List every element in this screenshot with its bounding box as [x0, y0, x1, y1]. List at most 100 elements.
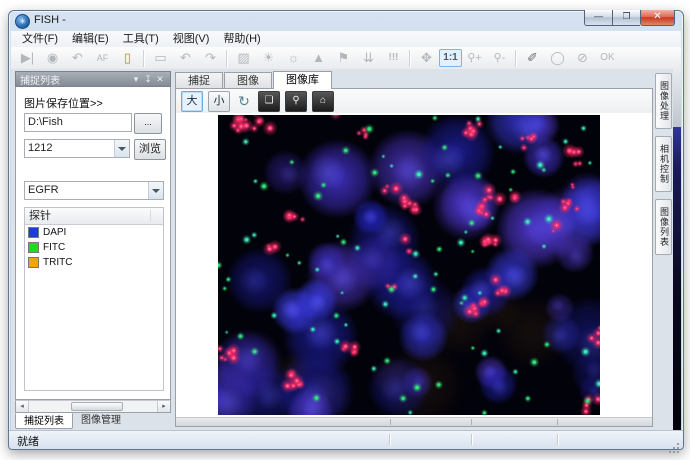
new-image-icon[interactable]: ▯ [115, 48, 140, 68]
pin-icon[interactable]: ↧ [142, 72, 154, 86]
status-separator [471, 434, 473, 445]
pointer-triangle-icon[interactable]: ▲ [306, 48, 331, 68]
resize-grip[interactable] [677, 443, 679, 445]
zoom-out-icon[interactable]: ⚲- [487, 48, 512, 68]
status-separator [389, 434, 391, 445]
pan-icon[interactable]: ✥ [414, 48, 439, 68]
recapture-icon[interactable]: ↶ [65, 48, 90, 68]
panel-body: 图片保存位置>> D:\Fish ... 1212 浏览 EGFR 探针 DAP… [15, 87, 171, 400]
menu-tools[interactable]: 工具(T) [116, 32, 166, 47]
collapsed-panel-strip[interactable] [673, 69, 681, 431]
save-path-input[interactable]: D:\Fish [24, 113, 132, 132]
scroll-right-icon[interactable]: ▸ [157, 401, 170, 412]
draw-icon[interactable]: ✐ [520, 48, 545, 68]
panel-title: 捕捉列表 [20, 72, 130, 87]
chevron-down-icon[interactable]: ▾ [130, 72, 142, 86]
thumbnail-large-button[interactable]: 大 [181, 91, 203, 112]
title-bar[interactable]: ✳ FISH - — ❐ ✕ [9, 11, 683, 31]
image-viewer [176, 113, 652, 418]
tab-image-processing[interactable]: 图像处理 [655, 73, 672, 129]
chevron-down-icon[interactable] [148, 182, 163, 199]
tab-capture-list[interactable]: 捕捉列表 [15, 413, 73, 429]
tab-camera-control[interactable]: 相机控制 [655, 136, 672, 192]
main-toolbar: ▶| ◉ ↶ AF ▯ ▭ ↶ ↷ ▨ ☀ ☼ ▲ ⚑ ⇊ !!! ✥ 1:1 … [11, 47, 681, 70]
panel-close-icon[interactable]: ✕ [154, 72, 166, 86]
menu-bar: 文件(F) 编辑(E) 工具(T) 视图(V) 帮助(H) [11, 31, 681, 48]
merge-channels-icon[interactable]: ⇊ [356, 48, 381, 68]
probe-list: 探针 DAPI FITC TRITC [24, 207, 164, 391]
ellipse-tool-icon[interactable]: ◯ [545, 48, 570, 68]
probe-scheme-value: EGFR [28, 182, 59, 199]
tab-image-management[interactable]: 图像管理 [73, 413, 129, 429]
count-signals-icon[interactable]: !!! [381, 48, 406, 68]
client-area: 捕捉列表 ▾ ↧ ✕ 图片保存位置>> D:\Fish ... 1212 浏览 … [11, 69, 681, 431]
probe-color-swatch [28, 242, 39, 253]
tab-capture[interactable]: 捕捉 [175, 72, 223, 89]
window-title: FISH - [34, 14, 66, 26]
menu-file[interactable]: 文件(F) [15, 32, 65, 47]
autofocus-icon[interactable]: AF [90, 48, 115, 68]
list-item[interactable]: DAPI [25, 225, 163, 240]
status-bar: 就绪 [9, 430, 683, 449]
app-icon: ✳ [15, 14, 30, 29]
brightness-icon[interactable]: ☀ [256, 48, 281, 68]
zoom-1to1-icon[interactable]: 1:1 [439, 49, 462, 67]
maximize-button[interactable]: ❐ [613, 10, 640, 26]
undo-icon[interactable]: ↶ [173, 48, 198, 68]
menu-edit[interactable]: 编辑(E) [65, 32, 116, 47]
status-text: 就绪 [17, 433, 39, 449]
probe-list-header: 探针 [25, 208, 163, 225]
zoom-in-icon[interactable]: ⚲+ [462, 48, 487, 68]
erase-region-icon[interactable]: ⊘ [570, 48, 595, 68]
fluorescence-micrograph[interactable] [218, 115, 600, 415]
gallery-toolbar: 大 小 ↻ ❏ ⚲ ⌂ [176, 89, 652, 114]
toolbar-separator [143, 50, 145, 67]
save-location-label: 图片保存位置>> [24, 95, 103, 111]
horizontal-scrollbar[interactable]: ◂ ▸ [15, 400, 171, 413]
toolbar-separator [226, 50, 228, 67]
gallery-home-icon[interactable]: ⌂ [312, 91, 334, 112]
probe-label: FITC [43, 242, 65, 253]
toolbar-separator [409, 50, 411, 67]
refresh-icon[interactable]: ↻ [235, 91, 253, 111]
gallery-stack-icon[interactable]: ❏ [258, 91, 280, 112]
scrollbar-thumb[interactable] [71, 402, 122, 411]
camera-capture-icon[interactable]: ◉ [40, 48, 65, 68]
chevron-down-icon[interactable] [114, 140, 129, 157]
image-library-page: 大 小 ↻ ❏ ⚲ ⌂ [175, 88, 653, 427]
list-item[interactable]: TRITC [25, 255, 163, 270]
gallery-status-strip [176, 417, 652, 426]
main-area: 捕捉 图像 图像库 大 小 ↻ ❏ ⚲ ⌂ [175, 71, 653, 427]
minimize-button[interactable]: — [584, 10, 613, 26]
confirm-ok-icon[interactable]: OK [595, 48, 620, 68]
browse-ellipsis-button[interactable]: ... [134, 113, 162, 134]
enhance-icon[interactable]: ☼ [281, 48, 306, 68]
thumbnail-small-button[interactable]: 小 [208, 91, 230, 112]
redo-icon[interactable]: ↷ [198, 48, 223, 68]
probe-scheme-combo[interactable]: EGFR [24, 181, 164, 200]
folder-combo-value: 1212 [28, 140, 52, 157]
status-separator [557, 434, 559, 445]
scroll-left-icon[interactable]: ◂ [16, 401, 29, 412]
panel-header[interactable]: 捕捉列表 ▾ ↧ ✕ [15, 71, 171, 87]
probe-label: TRITC [43, 257, 72, 268]
menu-help[interactable]: 帮助(H) [216, 32, 267, 47]
tab-image-list[interactable]: 图像列表 [655, 199, 672, 255]
panel-bottom-tabs: 捕捉列表 图像管理 [15, 413, 171, 429]
crop-icon[interactable]: ▨ [231, 48, 256, 68]
flag-icon[interactable]: ⚑ [331, 48, 356, 68]
menu-view[interactable]: 视图(V) [166, 32, 217, 47]
gallery-preview-icon[interactable]: ⚲ [285, 91, 307, 112]
tab-image[interactable]: 图像 [224, 72, 272, 89]
app-window: ✳ FISH - — ❐ ✕ 文件(F) 编辑(E) 工具(T) 视图(V) 帮… [8, 10, 684, 450]
probe-color-swatch [28, 257, 39, 268]
save-image-icon[interactable]: ▭ [148, 48, 173, 68]
capture-start-icon[interactable]: ▶| [15, 48, 40, 68]
tab-image-library[interactable]: 图像库 [273, 71, 332, 89]
close-button[interactable]: ✕ [640, 10, 675, 26]
right-dock-tabs: 图像处理 相机控制 图像列表 [655, 73, 672, 427]
list-item[interactable]: FITC [25, 240, 163, 255]
browse-button[interactable]: 浏览 [134, 139, 166, 160]
folder-combo[interactable]: 1212 [24, 139, 130, 158]
probe-color-swatch [28, 227, 39, 238]
